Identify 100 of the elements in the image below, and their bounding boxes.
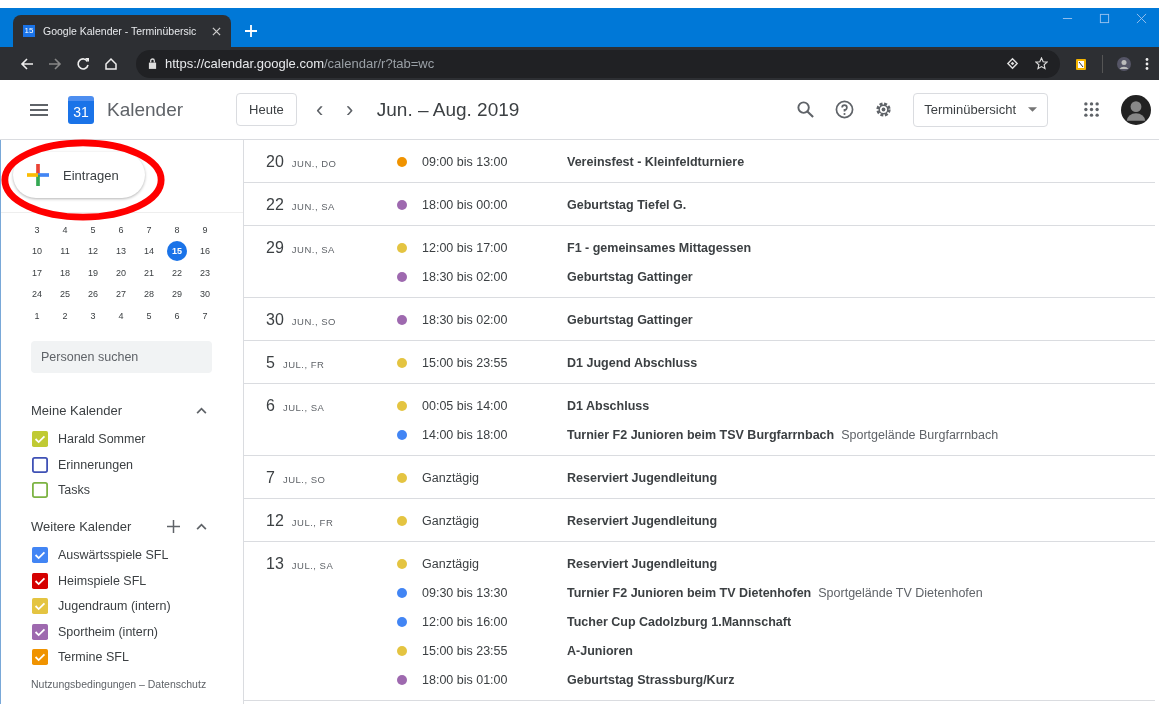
home-icon[interactable]: [104, 56, 118, 71]
calendar-name: Heimspiele SFL: [58, 573, 147, 588]
mini-calendar-day[interactable]: 18: [51, 262, 79, 283]
mini-calendar-day[interactable]: 4: [51, 219, 79, 240]
footer-links[interactable]: Nutzungsbedingungen – Datenschutz: [1, 678, 243, 704]
mini-calendar-day[interactable]: 20: [107, 262, 135, 283]
mini-calendar-day[interactable]: 3: [23, 219, 51, 240]
event-time: Ganztägig: [422, 556, 480, 571]
mini-calendar-day[interactable]: 28: [135, 284, 163, 305]
mini-calendar-day[interactable]: 21: [135, 262, 163, 283]
chevron-up-icon[interactable]: [196, 523, 207, 531]
view-dropdown[interactable]: Terminübersicht: [913, 92, 1048, 127]
event-time: 18:30 bis 02:00: [422, 312, 509, 327]
mini-calendar-day[interactable]: 29: [163, 284, 191, 305]
back-arrow-icon[interactable]: [20, 56, 34, 71]
mini-calendar-day[interactable]: 25: [51, 284, 79, 305]
forward-arrow-icon[interactable]: [48, 56, 62, 71]
calendar-checkbox[interactable]: [32, 572, 48, 589]
mini-calendar-day[interactable]: 22: [163, 262, 191, 283]
close-icon[interactable]: [212, 26, 221, 36]
mini-calendar-day[interactable]: 5: [79, 219, 107, 240]
settings-icon[interactable]: [874, 100, 894, 119]
address-bar[interactable]: https://calendar.google.com/calendar/r?tab=wc: [136, 49, 1060, 78]
reload-icon[interactable]: [76, 56, 90, 71]
avatar-icon[interactable]: [1121, 94, 1151, 125]
add-icon[interactable]: [167, 520, 180, 534]
diamond-icon[interactable]: [1006, 57, 1019, 70]
mini-calendar-day[interactable]: 6: [107, 219, 135, 240]
event-time: 18:00 bis 01:00: [422, 672, 509, 687]
day-label: JUL., SO: [282, 473, 326, 487]
mini-calendar-day[interactable]: 3: [79, 305, 107, 326]
mini-calendar-day[interactable]: 23: [191, 262, 219, 283]
mini-calendar-day[interactable]: 26: [79, 284, 107, 305]
people-search-field[interactable]: Personen suchen: [31, 340, 212, 373]
event-title[interactable]: A-Junioren: [567, 643, 633, 658]
event-title[interactable]: Reserviert Jugendleitung: [567, 513, 718, 528]
day-number: 7: [266, 468, 275, 488]
calendar-checkbox[interactable]: [32, 547, 48, 564]
date-range: Jun. – Aug. 2019: [376, 98, 520, 121]
mini-calendar-day[interactable]: 4: [107, 305, 135, 326]
mini-calendar-day[interactable]: 2: [51, 305, 79, 326]
help-icon[interactable]: [835, 100, 855, 119]
event-title[interactable]: Turnier F2 Junioren beim TSV Burgfarrnbach: [567, 427, 835, 442]
mini-calendar-day[interactable]: 30: [191, 284, 219, 305]
event-time: 14:00 bis 18:00: [422, 427, 509, 442]
mini-calendar-day[interactable]: 1: [23, 305, 51, 326]
event-title[interactable]: Turnier F2 Junioren beim TV Dietenhofen: [567, 585, 812, 600]
mini-calendar-day[interactable]: 13: [107, 241, 135, 262]
mini-calendar-day[interactable]: 10: [23, 241, 51, 262]
search-icon[interactable]: [796, 100, 816, 119]
day-number: 13: [266, 554, 284, 574]
mini-calendar-day[interactable]: 11: [51, 241, 79, 262]
mini-calendar-day[interactable]: 12: [79, 241, 107, 262]
event-title[interactable]: Geburtstag Gattinger: [567, 312, 693, 327]
calendar-checkbox[interactable]: [32, 481, 48, 498]
event-title[interactable]: Geburtstag Gattinger: [567, 269, 693, 284]
event-title[interactable]: Reserviert Jugendleitung: [567, 556, 718, 571]
url-text: https://calendar.google.com/calendar/r?tab=wc: [165, 56, 436, 71]
menu-icon[interactable]: [1145, 56, 1149, 71]
mini-calendar-day[interactable]: 6: [163, 305, 191, 326]
apps-grid-icon[interactable]: [1084, 102, 1099, 117]
clipboard-icon[interactable]: [1074, 56, 1088, 71]
calendar-name: Erinnerungen: [58, 457, 134, 472]
previous-button[interactable]: ‹: [312, 96, 327, 123]
event-title[interactable]: Vereinsfest - Kleinfeldturniere: [567, 154, 745, 169]
mini-calendar-day[interactable]: 7: [135, 219, 163, 240]
create-button[interactable]: Eintragen: [13, 152, 145, 198]
event-title[interactable]: Geburtstag Strassburg/Kurz: [567, 672, 735, 687]
chevron-up-icon[interactable]: [196, 407, 207, 414]
event-title[interactable]: D1 Jugend Abschluss: [567, 355, 698, 370]
next-button[interactable]: ›: [342, 96, 357, 123]
event-time: 00:05 bis 14:00: [422, 398, 509, 413]
mini-calendar-day[interactable]: 5: [135, 305, 163, 326]
avatar-icon[interactable]: [1117, 56, 1131, 71]
mini-calendar-day[interactable]: 8: [163, 219, 191, 240]
event-title[interactable]: Geburtstag Tiefel G.: [567, 197, 687, 212]
mini-calendar-day[interactable]: 15: [167, 241, 187, 262]
new-tab-icon[interactable]: [245, 25, 257, 37]
event-time: 09:30 bis 13:30: [422, 585, 509, 600]
calendar-checkbox[interactable]: [32, 648, 48, 665]
mini-calendar-day[interactable]: 7: [191, 305, 219, 326]
browser-tab[interactable]: 15 Google Kalender - Terminübersic: [13, 15, 231, 47]
mini-calendar-day[interactable]: 24: [23, 284, 51, 305]
event-title[interactable]: F1 - gemeinsames Mittagessen: [567, 240, 752, 255]
mini-calendar-day[interactable]: 16: [191, 241, 219, 262]
today-button[interactable]: Heute: [236, 93, 297, 126]
calendar-checkbox[interactable]: [32, 456, 48, 473]
mini-calendar-day[interactable]: 19: [79, 262, 107, 283]
star-icon[interactable]: [1035, 57, 1048, 70]
menu-icon[interactable]: [30, 103, 48, 116]
event-title[interactable]: D1 Abschluss: [567, 398, 650, 413]
mini-calendar-day[interactable]: 17: [23, 262, 51, 283]
mini-calendar-day[interactable]: 9: [191, 219, 219, 240]
event-title[interactable]: Reserviert Jugendleitung: [567, 470, 718, 485]
calendar-checkbox[interactable]: [32, 431, 48, 448]
event-title[interactable]: Tucher Cup Cadolzburg 1.Mannschaft: [567, 614, 792, 629]
calendar-checkbox[interactable]: [32, 623, 48, 640]
mini-calendar-day[interactable]: 27: [107, 284, 135, 305]
mini-calendar-day[interactable]: 14: [135, 241, 163, 262]
calendar-checkbox[interactable]: [32, 598, 48, 615]
